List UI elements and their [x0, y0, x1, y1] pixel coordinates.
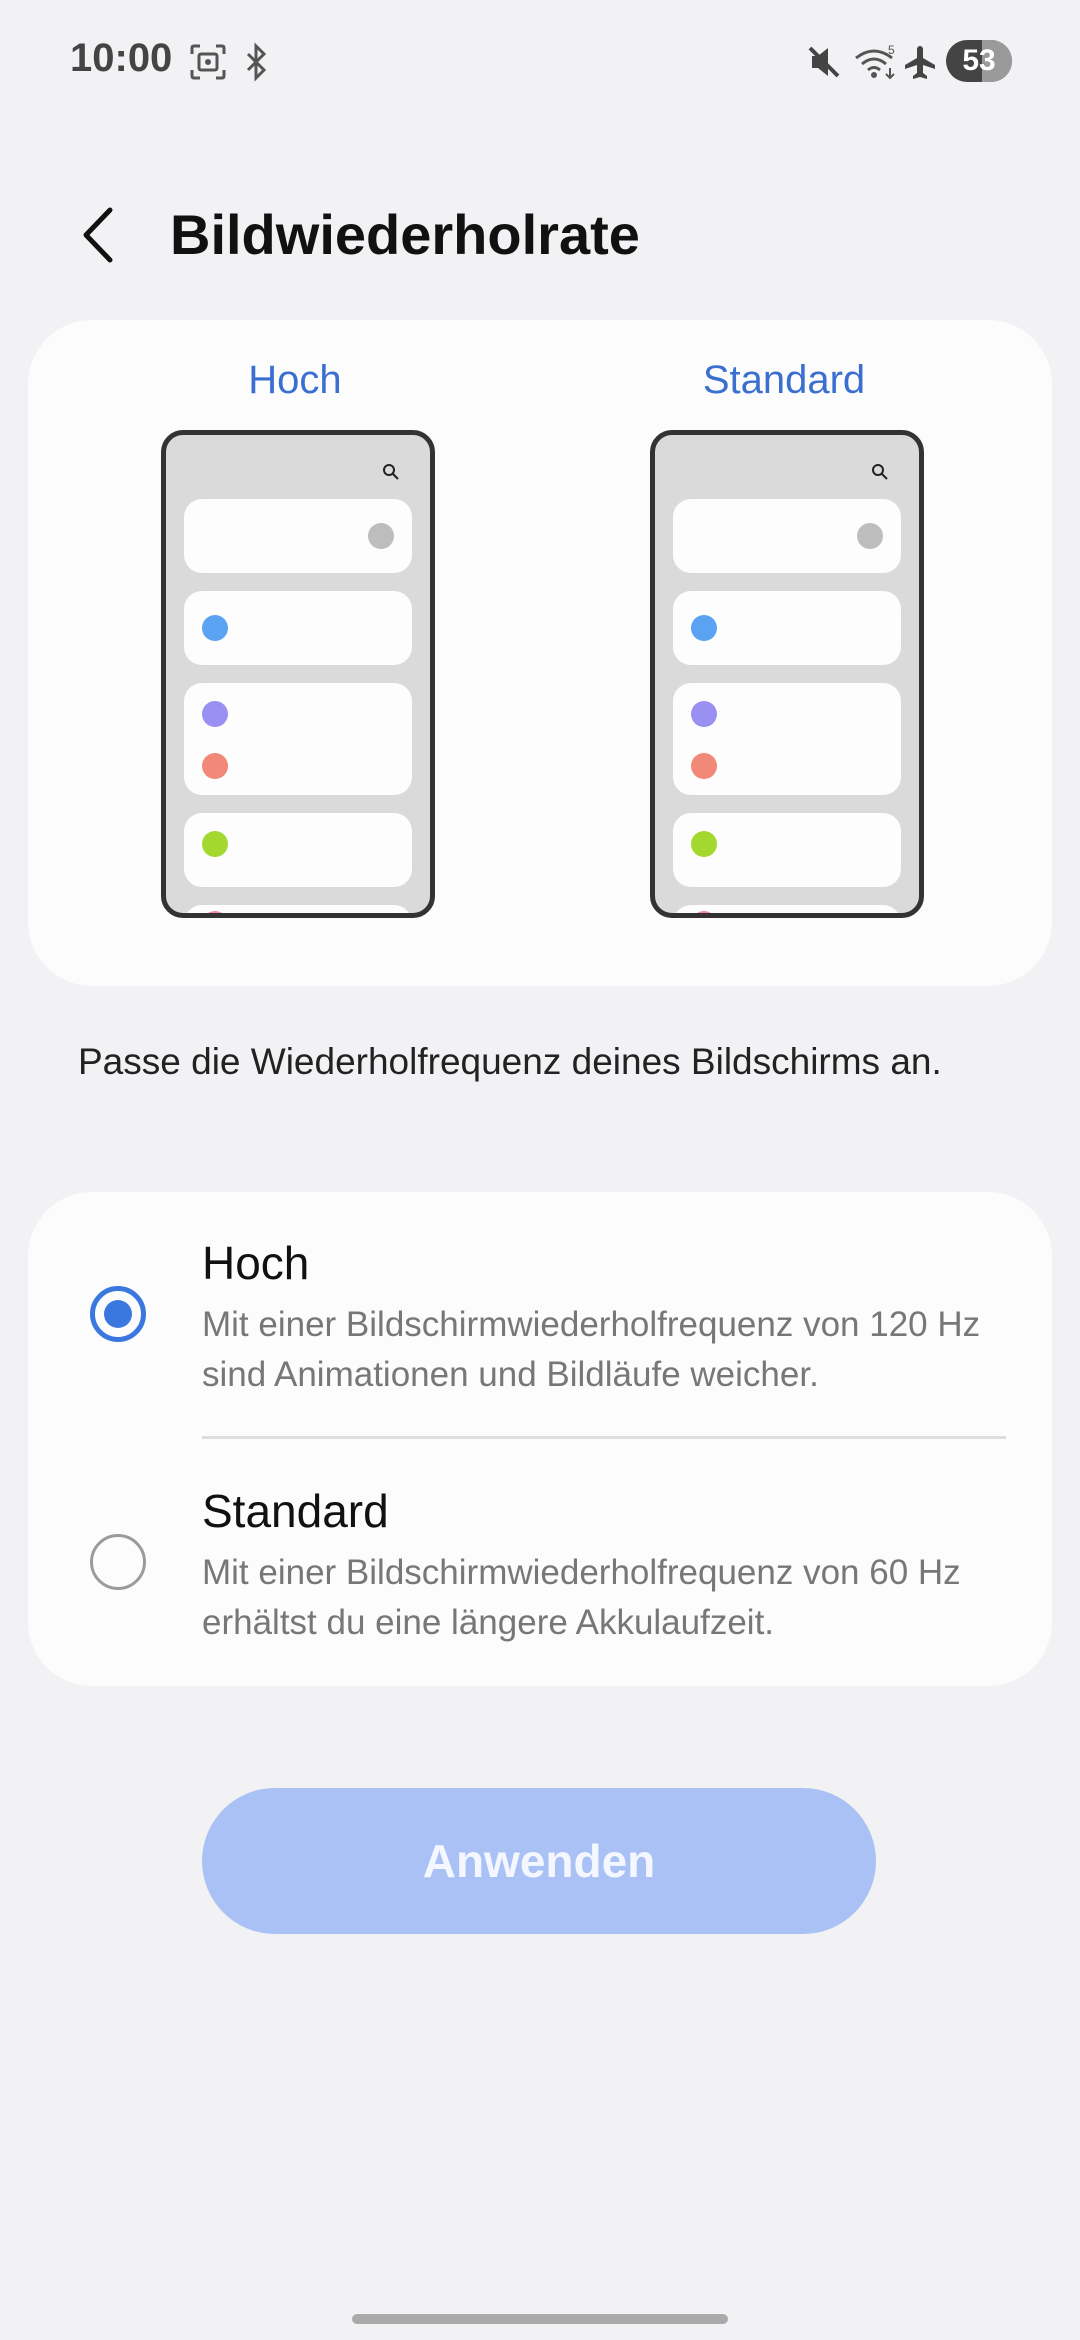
mute-icon: [808, 46, 840, 78]
wifi-icon: 5: [855, 43, 895, 80]
phone-illustration-high: [161, 430, 435, 918]
radio-standard[interactable]: [90, 1534, 146, 1590]
option-high-description: Mit einer Bildschirmwiederholfrequenz vo…: [202, 1305, 981, 1394]
refresh-rate-preview-card: Hoch Standard: [28, 320, 1052, 986]
option-standard[interactable]: Standard Mit einer Bildschirmwiederholfr…: [28, 1440, 1052, 1686]
option-standard-description: Mit einer Bildschirmwiederholfrequenz vo…: [202, 1553, 961, 1642]
preview-label-standard: Standard: [702, 358, 866, 402]
airplane-icon: [905, 46, 935, 79]
preview-label-high: Hoch: [248, 358, 342, 402]
app-header: Bildwiederholrate: [0, 180, 1080, 290]
option-high[interactable]: Hoch Mit einer Bildschirmwiederholfreque…: [28, 1192, 1052, 1438]
radio-high[interactable]: [90, 1286, 146, 1342]
svg-text:5: 5: [888, 43, 895, 57]
search-icon: [383, 464, 399, 480]
screenshot-icon: [190, 44, 226, 80]
option-high-title: Hoch: [202, 1237, 310, 1289]
page-title: Bildwiederholrate: [170, 203, 640, 266]
status-bar: 10:00 5 53: [0, 0, 1080, 124]
divider: [202, 1436, 1006, 1439]
apply-button[interactable]: Anwenden: [202, 1788, 876, 1934]
battery-indicator: 53: [946, 40, 1012, 82]
search-icon: [872, 464, 888, 480]
chevron-left-icon[interactable]: [72, 202, 128, 268]
home-indicator[interactable]: [352, 2314, 728, 2324]
option-standard-title: Standard: [202, 1485, 389, 1537]
bluetooth-icon: [246, 42, 267, 82]
phone-illustration-standard: [650, 430, 924, 918]
page-description: Passe die Wiederholfrequenz deines Bilds…: [78, 1041, 942, 1082]
status-time: 10:00: [70, 36, 173, 80]
refresh-rate-options: Hoch Mit einer Bildschirmwiederholfreque…: [28, 1192, 1052, 1686]
